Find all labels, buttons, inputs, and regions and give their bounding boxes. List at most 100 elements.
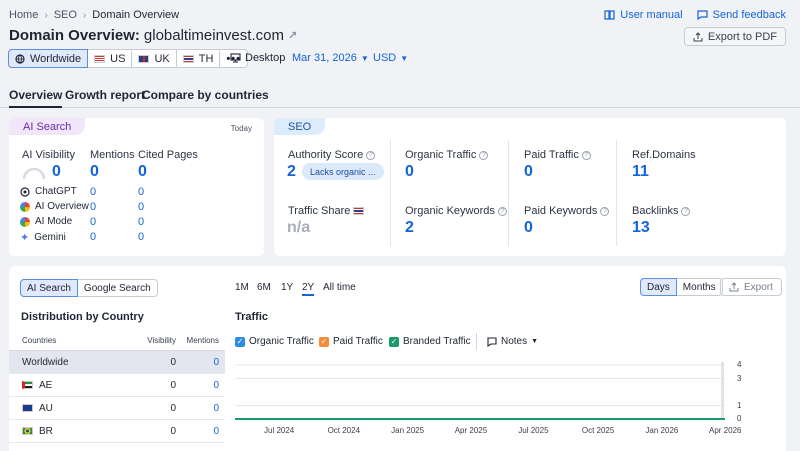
help-icon[interactable]: ?: [600, 206, 610, 216]
uk-flag-icon: [138, 54, 150, 63]
help-icon[interactable]: ?: [581, 150, 591, 160]
traffic-title: Traffic: [235, 311, 269, 323]
search-type-toggle: AI Search Google Search: [20, 279, 158, 297]
chevron-down-icon: ▼: [400, 53, 409, 63]
organic-traffic-value[interactable]: 0: [405, 163, 414, 181]
tab-compare-countries[interactable]: Compare by countries: [142, 88, 269, 108]
mentions-label: Mentions: [90, 149, 135, 161]
send-feedback-link[interactable]: Send feedback: [697, 9, 786, 21]
paid-keywords-value[interactable]: 0: [524, 219, 533, 237]
help-icon[interactable]: ?: [366, 150, 376, 160]
period-all-time[interactable]: All time: [323, 282, 356, 293]
book-icon: [604, 10, 615, 20]
export-icon: [729, 282, 739, 292]
x-tick-label: Jan 2026: [645, 426, 679, 435]
traffic-chart: [235, 362, 725, 420]
table-row[interactable]: AU 0 0: [9, 397, 225, 420]
period-label: Today: [230, 124, 252, 133]
current-period-marker: [721, 362, 724, 419]
checkbox-icon: ✓: [319, 336, 329, 347]
page-title: Domain Overview: globaltimeinvest.com ↗: [9, 27, 298, 44]
y-tick-label: 3: [737, 373, 742, 383]
gemini-cited[interactable]: 0: [138, 231, 144, 243]
chatgpt-cited[interactable]: 0: [138, 186, 144, 198]
x-tick-label: Apr 2026: [709, 426, 742, 435]
ref-domains-label: Ref.Domains: [632, 149, 696, 161]
cited-pages-value[interactable]: 0: [138, 163, 147, 181]
export-icon: [693, 31, 703, 41]
currency-selector[interactable]: USD ▼: [373, 52, 408, 64]
period-6m[interactable]: 6M: [257, 282, 271, 293]
help-icon[interactable]: ?: [479, 150, 489, 160]
checkbox-icon: ✓: [235, 336, 245, 347]
x-tick-label: Apr 2025: [454, 426, 488, 435]
table-row[interactable]: Worldwide 0 0: [9, 351, 225, 374]
x-tick-label: Jul 2024: [264, 426, 295, 435]
note-icon: [487, 336, 497, 347]
db-us[interactable]: US: [87, 49, 133, 68]
tab-bar: Overview Growth report Compare by countr…: [0, 88, 800, 108]
legend-branded[interactable]: ✓ Branded Traffic: [389, 336, 471, 347]
period-2y[interactable]: 2Y: [302, 282, 315, 296]
gemini-mentions[interactable]: 0: [90, 231, 96, 243]
organic-traffic-label: Organic Traffic?: [405, 149, 489, 161]
organic-keywords-value[interactable]: 2: [405, 219, 414, 237]
engine-ai-mode: AI Mode: [20, 216, 72, 227]
ai-mode-cited[interactable]: 0: [138, 216, 144, 228]
external-link-icon[interactable]: ↗: [288, 29, 297, 42]
db-uk[interactable]: UK: [131, 49, 177, 68]
ai-mode-mentions[interactable]: 0: [90, 216, 96, 228]
legend-organic[interactable]: ✓ Organic Traffic: [235, 336, 314, 347]
th-flag-icon: [182, 54, 194, 63]
chatgpt-icon: [20, 186, 30, 197]
x-tick-label: Jan 2025: [391, 426, 425, 435]
help-icon[interactable]: ?: [497, 206, 507, 216]
ai-search-tag: AI Search: [9, 118, 86, 135]
ai-overview-mentions[interactable]: 0: [90, 201, 96, 213]
authority-score-value: 2: [287, 163, 296, 180]
period-1y[interactable]: 1Y: [281, 282, 293, 293]
table-row[interactable]: AE 0 0: [9, 374, 225, 397]
paid-keywords-label: Paid Keywords?: [524, 205, 610, 217]
col-visibility: Visibility: [147, 335, 176, 345]
lacks-organic-badge[interactable]: Lacks organic ...: [302, 163, 384, 180]
google-search-toggle[interactable]: Google Search: [76, 279, 158, 297]
chatgpt-mentions[interactable]: 0: [90, 186, 96, 198]
table-row[interactable]: BR 0 0: [9, 420, 225, 443]
mentions-value[interactable]: 0: [90, 163, 99, 181]
date-selector[interactable]: Mar 31, 2026 ▼: [292, 52, 369, 64]
ai-overview-cited[interactable]: 0: [138, 201, 144, 213]
checkbox-icon: ✓: [389, 336, 399, 347]
globe-icon: [15, 53, 25, 64]
breadcrumb-seo[interactable]: SEO: [54, 9, 77, 21]
db-th[interactable]: TH: [175, 49, 221, 68]
ae-flag-icon: [22, 381, 33, 389]
domain-name: globaltimeinvest.com: [143, 27, 284, 44]
user-manual-link[interactable]: User manual: [604, 9, 683, 21]
export-button[interactable]: Export: [720, 278, 782, 296]
engine-chatgpt: ChatGPT: [20, 186, 77, 197]
months-toggle[interactable]: Months: [675, 278, 723, 296]
ai-visibility-value[interactable]: 0: [52, 163, 61, 181]
ai-search-toggle[interactable]: AI Search: [20, 279, 78, 297]
period-1m[interactable]: 1M: [235, 282, 249, 293]
breadcrumb-home[interactable]: Home: [9, 9, 38, 21]
db-worldwide[interactable]: Worldwide: [8, 49, 89, 68]
export-pdf-button[interactable]: Export to PDF: [683, 27, 786, 46]
divider: [476, 333, 477, 350]
breadcrumb-current: Domain Overview: [92, 9, 180, 21]
granularity-toggle: Days Months: [640, 278, 723, 296]
engine-gemini: ✦ Gemini: [20, 232, 66, 244]
backlinks-value[interactable]: 13: [632, 219, 650, 237]
tab-growth-report[interactable]: Growth report: [65, 88, 145, 108]
legend-paid[interactable]: ✓ Paid Traffic: [319, 336, 383, 347]
tab-overview[interactable]: Overview: [9, 88, 63, 108]
paid-traffic-value[interactable]: 0: [524, 163, 533, 181]
ref-domains-value[interactable]: 11: [632, 163, 649, 181]
notes-dropdown[interactable]: Notes ▼: [487, 336, 538, 347]
device-selector[interactable]: Desktop: [230, 52, 285, 64]
au-flag-icon: [22, 404, 33, 412]
days-toggle[interactable]: Days: [640, 278, 677, 296]
authority-score-label: Authority Score?: [288, 149, 376, 161]
help-icon[interactable]: ?: [681, 206, 691, 216]
